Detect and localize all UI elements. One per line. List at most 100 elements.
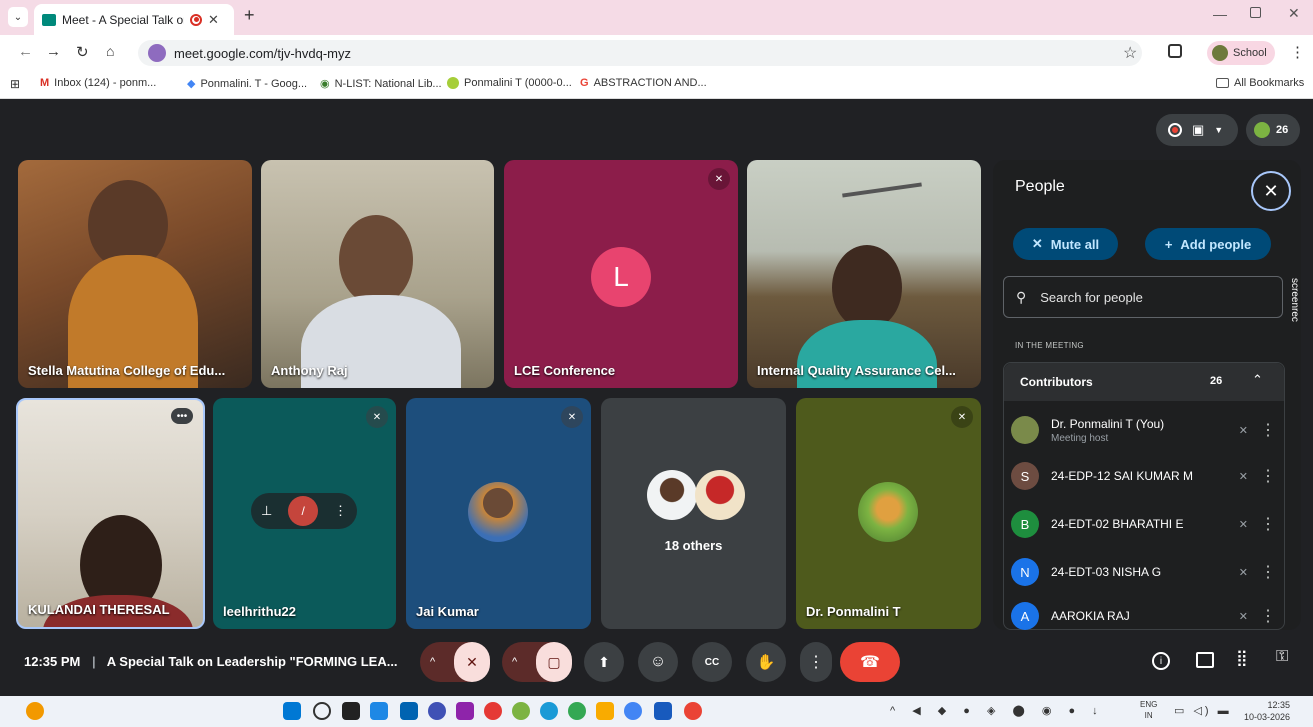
- back-icon[interactable]: ←: [18, 43, 33, 60]
- app-icon[interactable]: [428, 702, 446, 720]
- chrome-icon[interactable]: [568, 702, 586, 720]
- word-icon[interactable]: [654, 702, 672, 720]
- participants-badge[interactable]: 26: [1246, 114, 1300, 146]
- browser-tab-meet[interactable]: Meet - A Special Talk on Le ✕: [34, 4, 234, 35]
- profile-avatar: [1212, 45, 1228, 61]
- extensions-icon[interactable]: [1168, 44, 1182, 58]
- add-people-button[interactable]: + Add people: [1145, 228, 1271, 260]
- omnibox[interactable]: meet.google.com/tjv-hvdq-myz: [138, 40, 1142, 66]
- captions-button[interactable]: CC: [692, 642, 732, 682]
- site-info-icon[interactable]: [148, 44, 166, 62]
- video-tile-leelhrithu[interactable]: ✕ ⊥ / ⋮ leelhrithu22: [213, 398, 396, 629]
- profile-button[interactable]: School: [1207, 41, 1275, 65]
- more-vert-icon[interactable]: ⋮: [1260, 420, 1276, 440]
- video-tile-stella[interactable]: Stella Matutina College of Edu...: [18, 160, 252, 388]
- minimize-icon[interactable]: —: [1213, 6, 1227, 22]
- recording-indicator[interactable]: ▣ ▼: [1156, 114, 1238, 146]
- mic-options-button[interactable]: ^ ✕: [420, 642, 490, 682]
- mic-off-button[interactable]: ✕: [454, 642, 490, 682]
- leave-call-button[interactable]: ☎: [840, 642, 900, 682]
- more-vert-icon[interactable]: ⋮: [1260, 514, 1276, 534]
- close-panel-button[interactable]: ✕: [1251, 171, 1291, 211]
- video-tile-others[interactable]: 18 others: [601, 398, 786, 629]
- edge-icon[interactable]: [540, 702, 558, 720]
- mic-off-icon[interactable]: ✕: [1239, 424, 1248, 437]
- more-vert-icon[interactable]: ⋮: [334, 503, 347, 519]
- present-screen-button[interactable]: ⬆: [584, 642, 624, 682]
- more-vert-icon[interactable]: ⋮: [1260, 466, 1276, 486]
- video-tile-kulandai[interactable]: ••• KULANDAI THERESAL: [16, 398, 205, 629]
- mute-participant-icon[interactable]: /: [288, 496, 319, 526]
- notification-badge-icon[interactable]: [26, 702, 44, 720]
- chevron-up-icon[interactable]: ⌃: [1252, 372, 1263, 388]
- avatar-letter: L: [591, 247, 651, 307]
- video-tile-anthony[interactable]: Anthony Raj: [261, 160, 494, 388]
- mute-all-button[interactable]: ✕ Mute all: [1013, 228, 1118, 260]
- bookmark-inbox[interactable]: M Inbox (124) - ponm...: [40, 77, 156, 89]
- host-controls-icon[interactable]: ⚿: [1276, 648, 1288, 666]
- participant-avatar: S: [1011, 462, 1039, 490]
- folder-icon: [1216, 78, 1229, 88]
- app-icon[interactable]: [484, 702, 502, 720]
- url-text: meet.google.com/tjv-hvdq-myz: [174, 45, 352, 61]
- start-windows-icon[interactable]: [283, 702, 301, 720]
- watermark-text: screenrec: [1289, 278, 1300, 322]
- bookmark-nlist[interactable]: ◉ N-LIST: National Lib...: [320, 77, 442, 91]
- bookmark-label: N-LIST: National Lib...: [334, 77, 442, 90]
- reload-icon[interactable]: ↻: [76, 43, 89, 61]
- raise-hand-button[interactable]: ✋: [746, 642, 786, 682]
- contributors-header[interactable]: Contributors 26 ⌃: [1004, 363, 1284, 401]
- browser-menu-icon[interactable]: ⋮: [1290, 43, 1305, 61]
- video-tile-iqac[interactable]: Internal Quality Assurance Cel...: [747, 160, 981, 388]
- close-window-icon[interactable]: ✕: [1288, 5, 1300, 22]
- bookmark-abstraction[interactable]: G ABSTRACTION AND...: [580, 77, 707, 89]
- tab-list-dropdown-icon[interactable]: ⌄: [8, 7, 28, 27]
- file-explorer-icon[interactable]: [596, 702, 614, 720]
- task-view-icon[interactable]: [342, 702, 360, 720]
- widgets-icon[interactable]: [370, 702, 388, 720]
- bookmark-star-icon[interactable]: ☆: [1123, 43, 1137, 63]
- camera-options-button[interactable]: ^ ▢: [502, 642, 572, 682]
- clock[interactable]: 12:35 10-03-2026: [1244, 699, 1290, 723]
- home-icon[interactable]: ⌂: [106, 43, 114, 59]
- search-people-field[interactable]: ⚲ Search for people: [1003, 276, 1283, 318]
- restore-icon[interactable]: [1250, 7, 1261, 18]
- new-tab-icon[interactable]: +: [244, 5, 255, 26]
- chrome-active-icon[interactable]: [624, 702, 642, 720]
- more-vert-icon[interactable]: ⋮: [1260, 606, 1276, 626]
- activities-icon[interactable]: ⣿: [1236, 648, 1248, 668]
- mute-all-label: Mute all: [1050, 236, 1100, 252]
- network-sound-battery[interactable]: ▭ ◁) ▬: [1174, 704, 1232, 717]
- video-tile-ponmalini[interactable]: ✕ Dr. Ponmalini T: [796, 398, 981, 629]
- all-bookmarks[interactable]: All Bookmarks: [1216, 77, 1304, 89]
- mic-off-icon[interactable]: ✕: [1239, 518, 1248, 531]
- mic-off-icon[interactable]: ✕: [1239, 566, 1248, 579]
- mic-off-icon: ✕: [1031, 236, 1043, 251]
- more-options-icon[interactable]: •••: [171, 408, 193, 424]
- search-icon[interactable]: [313, 702, 331, 720]
- pin-icon[interactable]: ⊥: [261, 503, 272, 519]
- bookmark-google-site[interactable]: ◆ Ponmalini. T - Goog...: [187, 77, 307, 91]
- app-icon[interactable]: [456, 702, 474, 720]
- chrome-icon[interactable]: [684, 702, 702, 720]
- language-indicator[interactable]: ENG IN: [1140, 699, 1157, 721]
- chat-icon[interactable]: [1196, 652, 1214, 668]
- video-tile-jai-kumar[interactable]: ✕ Jai Kumar: [406, 398, 591, 629]
- meeting-details-icon[interactable]: i: [1152, 652, 1170, 670]
- ceiling-fan-icon: [842, 182, 922, 198]
- mic-off-icon[interactable]: ✕: [1239, 610, 1248, 623]
- app-icon[interactable]: [512, 702, 530, 720]
- close-tab-icon[interactable]: ✕: [208, 12, 219, 28]
- bookmark-orcid[interactable]: Ponmalini T (0000-0...: [447, 77, 572, 89]
- participant-name: 24-EDP-12 SAI KUMAR M: [1051, 469, 1194, 483]
- forward-icon[interactable]: →: [46, 43, 61, 60]
- apps-grid-icon[interactable]: ⊞: [10, 77, 20, 91]
- video-tile-lce-conference[interactable]: ✕ L LCE Conference: [504, 160, 738, 388]
- store-icon[interactable]: [400, 702, 418, 720]
- more-options-button[interactable]: ⋮: [800, 642, 832, 682]
- more-vert-icon[interactable]: ⋮: [1260, 562, 1276, 582]
- camera-off-button[interactable]: ▢: [536, 642, 572, 682]
- emoji-reactions-button[interactable]: ☺: [638, 642, 678, 682]
- tile-name: KULANDAI THERESAL: [28, 602, 170, 617]
- mic-off-icon[interactable]: ✕: [1239, 470, 1248, 483]
